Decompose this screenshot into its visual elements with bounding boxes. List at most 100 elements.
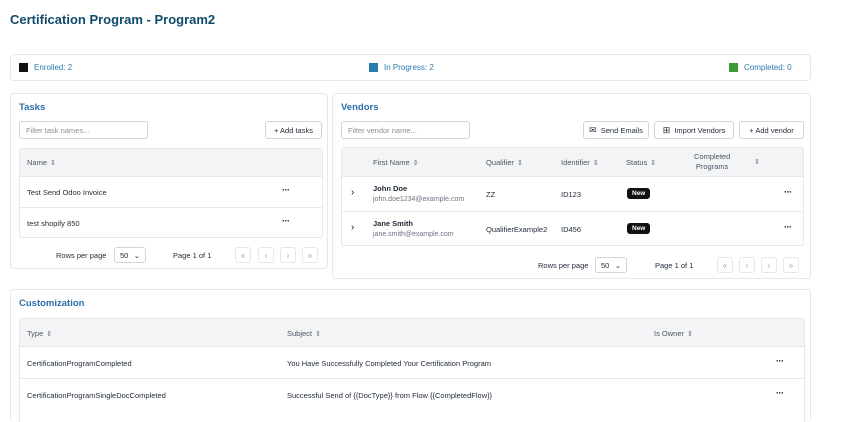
send-emails-button[interactable]: ✉ Send Emails [583, 121, 649, 139]
vendor-filter-field[interactable] [342, 122, 469, 138]
add-tasks-label: + Add tasks [274, 125, 313, 135]
vendor-identifier: ID456 [561, 225, 582, 234]
vendors-table-header: First Name ⇕ Qualifier ⇕ Identifier ⇕ St… [342, 148, 803, 176]
more-dots-icon[interactable]: ··· [776, 356, 784, 366]
task-filter-input[interactable] [19, 121, 148, 139]
column-header-name[interactable]: Name ⇕ [27, 158, 56, 167]
prev-page-button[interactable]: ‹ [739, 257, 755, 273]
column-header-completed-programs[interactable]: Completed Programs [694, 152, 730, 171]
last-page-button[interactable]: » [302, 247, 318, 263]
table-row[interactable]: › John Doe john.doe1234@example.com ZZ I… [342, 176, 803, 211]
more-dots-icon[interactable]: ··· [784, 222, 792, 232]
sort-arrows-icon[interactable]: ⇕ [593, 159, 599, 167]
chevron-down-icon: ⌄ [133, 250, 140, 260]
column-header-completed-line1: Completed [694, 152, 731, 161]
sort-arrows-icon[interactable]: ⇕ [687, 330, 693, 338]
table-row[interactable]: › Jane Smith jane.smith@example.com Qual… [342, 211, 803, 245]
customization-subject: You Have Successfully Completed Your Cer… [287, 359, 491, 368]
add-tasks-button[interactable]: + Add tasks [265, 121, 322, 139]
customization-table-header: Type ⇕ Subject ⇕ Is Owner ⇕ [20, 319, 804, 346]
column-header-identifier-label: Identifier [561, 158, 590, 167]
column-header-subject[interactable]: Subject ⇕ [287, 329, 321, 338]
tasks-title: Tasks [19, 102, 46, 113]
status-summary-bar: Enrolled: 2 In Progress: 2 Completed: 0 [10, 54, 811, 81]
table-row[interactable]: Test Send Odoo Invoice ··· [20, 176, 322, 207]
vendor-email: john.doe1234@example.com [373, 196, 465, 203]
enrolled-label: Enrolled: 2 [34, 63, 73, 72]
sort-arrows-icon[interactable]: ⇕ [754, 158, 760, 166]
column-header-name-label: Name [27, 158, 48, 167]
sort-arrows-icon[interactable]: ⇕ [315, 330, 321, 338]
rows-per-page-select[interactable]: 50 ⌄ [114, 247, 146, 263]
chevron-right-icon[interactable]: › [351, 222, 354, 233]
sort-arrows-icon[interactable]: ⇕ [50, 159, 56, 167]
sort-arrows-icon[interactable]: ⇕ [650, 159, 656, 167]
import-vendors-button[interactable]: ⊞ Import Vendors [654, 121, 734, 139]
customization-type: CertificationProgramSingleDocCompleted [27, 391, 166, 400]
table-row[interactable]: CertificationProgramCompleted You Have S… [20, 346, 804, 378]
column-header-status[interactable]: Status ⇕ [626, 158, 656, 167]
last-page-button[interactable]: » [783, 257, 799, 273]
column-header-subject-label: Subject [287, 329, 313, 338]
enrolled-color-square [19, 63, 28, 72]
sort-arrows-icon[interactable]: ⇕ [46, 330, 52, 338]
column-header-identifier[interactable]: Identifier ⇕ [561, 158, 599, 167]
column-header-type-label: Type [27, 329, 44, 338]
column-header-is-owner[interactable]: Is Owner ⇕ [654, 329, 693, 338]
chevron-down-icon: ⌄ [614, 260, 621, 270]
vendor-name: John Doe [373, 184, 408, 193]
vendor-qualifier: ZZ [486, 190, 496, 199]
customization-card: Customization Type ⇕ Subject ⇕ Is Owner … [10, 289, 811, 422]
status-completed: Completed: 0 [729, 63, 792, 72]
vendor-name: Jane Smith [373, 219, 414, 228]
completed-color-square [729, 63, 738, 72]
add-vendor-button[interactable]: + Add vendor [739, 121, 804, 139]
vendor-identifier: ID123 [561, 190, 582, 199]
first-page-button[interactable]: « [235, 247, 251, 263]
more-dots-icon[interactable]: ··· [784, 187, 792, 197]
status-badge: New [627, 223, 651, 234]
sort-arrows-icon[interactable]: ⇕ [413, 159, 419, 167]
customization-title: Customization [19, 298, 85, 309]
tasks-table-header: Name ⇕ [20, 149, 322, 176]
task-name: Test Send Odoo Invoice [27, 188, 107, 197]
more-dots-icon[interactable]: ··· [282, 216, 290, 226]
next-page-button[interactable]: › [280, 247, 296, 263]
status-badge: New [627, 188, 651, 199]
tasks-table: Name ⇕ Test Send Odoo Invoice ··· test s… [19, 148, 323, 238]
vendors-table: First Name ⇕ Qualifier ⇕ Identifier ⇕ St… [341, 147, 804, 246]
tasks-card: Tasks + Add tasks Name ⇕ Test Send Odoo … [10, 93, 328, 269]
sort-arrows-icon[interactable]: ⇕ [517, 159, 523, 167]
add-vendor-label: + Add vendor [749, 125, 794, 135]
column-header-qualifier[interactable]: Qualifier ⇕ [486, 158, 523, 167]
vendor-email: jane.smith@example.com [373, 231, 454, 238]
rows-per-page-select[interactable]: 50 ⌄ [595, 257, 627, 273]
next-page-button[interactable]: › [761, 257, 777, 273]
chevron-right-icon[interactable]: › [351, 187, 354, 198]
column-header-is-owner-label: Is Owner [654, 329, 685, 338]
column-header-type[interactable]: Type ⇕ [27, 329, 52, 338]
table-row[interactable]: test shopify 850 ··· [20, 207, 322, 237]
rows-per-page-label: Rows per page [538, 261, 589, 270]
in-progress-label: In Progress: 2 [384, 63, 434, 72]
table-row[interactable]: CertificationProgramSingleDocCompleted S… [20, 378, 804, 410]
more-dots-icon[interactable]: ··· [282, 185, 290, 195]
prev-page-button[interactable]: ‹ [258, 247, 274, 263]
in-progress-color-square [369, 63, 378, 72]
customization-subject: Successful Send of {{DocType}} from Flow… [287, 391, 493, 400]
first-page-button[interactable]: « [717, 257, 733, 273]
column-header-first-name-label: First Name [373, 158, 410, 167]
column-header-status-label: Status [626, 158, 648, 167]
column-header-first-name[interactable]: First Name ⇕ [373, 158, 419, 167]
import-vendors-label: Import Vendors [674, 125, 726, 135]
page-title: Certification Program - Program2 [10, 12, 216, 27]
page-info: Page 1 of 1 [655, 261, 694, 270]
status-in-progress: In Progress: 2 [369, 63, 434, 72]
task-filter-field[interactable] [20, 122, 147, 138]
column-header-qualifier-label: Qualifier [486, 158, 514, 167]
more-dots-icon[interactable]: ··· [776, 388, 784, 398]
completed-label: Completed: 0 [744, 63, 792, 72]
vendor-filter-input[interactable] [341, 121, 470, 139]
vendor-qualifier: QualifierExample2 [486, 225, 548, 234]
mail-icon: ✉ [589, 124, 597, 135]
